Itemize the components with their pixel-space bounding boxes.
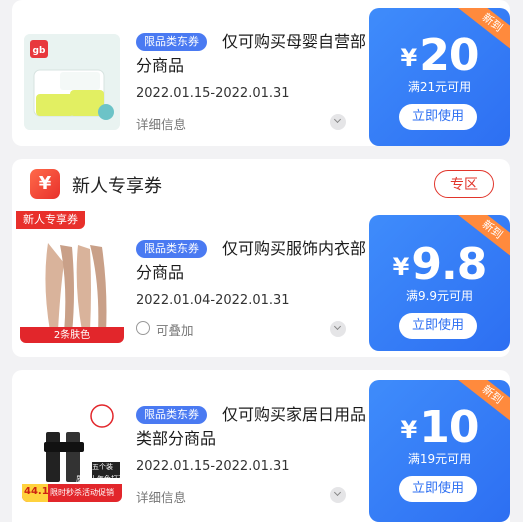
validity-date: 2022.01.15-2022.01.31	[136, 86, 290, 101]
usage-condition: 满21元可用	[407, 80, 472, 94]
coupon-title: 仅可购买母婴自营部分商品	[136, 32, 367, 75]
yuan-coupon-icon: ¥	[30, 169, 60, 199]
usage-condition: 满9.9元可用	[405, 289, 474, 303]
amount-value: 10	[419, 402, 479, 453]
usage-condition: 满19元可用	[407, 452, 472, 466]
coupon-title: 仅可购买服饰内衣部分商品	[136, 239, 367, 282]
warranty-label: 质保十年	[76, 475, 104, 483]
coupon-info: 新人专享券 2条肤色 限品类东券 仅可购买服饰内衣部分商品 2022.01.04…	[12, 209, 368, 357]
amount-value: 9.8	[411, 239, 487, 290]
coupon-title: 仅可购买家居日用品类部分商品	[136, 405, 367, 448]
use-now-button[interactable]: 立即使用	[399, 476, 477, 502]
detail-info-link[interactable]: 详细信息	[136, 114, 186, 133]
section-title: 新人专享券	[72, 176, 162, 197]
no-drill-label: 免打孔	[104, 475, 125, 483]
stackable-icon	[136, 321, 150, 335]
validity-date: 2022.01.04-2022.01.31	[136, 293, 290, 308]
zone-button[interactable]: 专区	[434, 170, 494, 198]
use-now-button[interactable]: 立即使用	[399, 104, 477, 130]
coupon-value-panel: 新到 ¥20 满21元可用 立即使用	[369, 8, 510, 146]
brand-logo: gb	[33, 46, 46, 56]
use-now-button[interactable]: 立即使用	[399, 313, 477, 339]
currency-symbol: ¥	[400, 416, 418, 444]
currency-symbol: ¥	[400, 44, 418, 72]
chevron-down-icon[interactable]	[330, 321, 346, 337]
newcomer-badge: 新人专享券	[16, 211, 85, 229]
coupon-amount: ¥9.8	[369, 239, 510, 290]
coupon-info: 44.1 限时秒杀活动促销 五个装 质保十年 免打孔 限品类东券 仅可购买家居日…	[12, 370, 368, 522]
pack-badge: 五个装	[92, 463, 113, 471]
coupon-info: gb 限品类东券 仅可购买母婴自营部分商品 2022.01.15-2022.01…	[12, 0, 368, 146]
coupon-value-panel: 新到 ¥9.8 满9.9元可用 立即使用	[369, 215, 510, 351]
coupon-value-panel: 新到 ¥10 满19元可用 立即使用	[369, 380, 510, 522]
product-image[interactable]	[20, 223, 124, 343]
image-caption: 2条肤色	[53, 330, 91, 341]
currency-symbol: ¥	[392, 253, 410, 281]
product-image[interactable]: gb	[24, 34, 120, 130]
chevron-down-icon[interactable]	[330, 114, 346, 130]
product-price: 44.1	[24, 486, 49, 497]
validity-date: 2022.01.15-2022.01.31	[136, 459, 290, 474]
coupon-amount: ¥10	[369, 402, 510, 453]
amount-value: 20	[419, 30, 479, 81]
stackable-label: 可叠加	[156, 323, 194, 338]
coupon-card[interactable]: 新人专享券 2条肤色 限品类东券 仅可购买服饰内衣部分商品 2022.01.04…	[12, 209, 510, 357]
chevron-down-icon[interactable]	[330, 487, 346, 503]
coupon-amount: ¥20	[369, 30, 510, 81]
promo-banner: 限时秒杀活动促销	[50, 488, 114, 497]
coupon-card[interactable]: gb 限品类东券 仅可购买母婴自营部分商品 2022.01.15-2022.01…	[12, 0, 510, 146]
newcomer-section-header: ¥ 新人专享券 专区	[12, 159, 510, 209]
coupon-card[interactable]: 44.1 限时秒杀活动促销 五个装 质保十年 免打孔 限品类东券 仅可购买家居日…	[12, 370, 510, 522]
detail-info-link[interactable]: 详细信息	[136, 487, 186, 506]
